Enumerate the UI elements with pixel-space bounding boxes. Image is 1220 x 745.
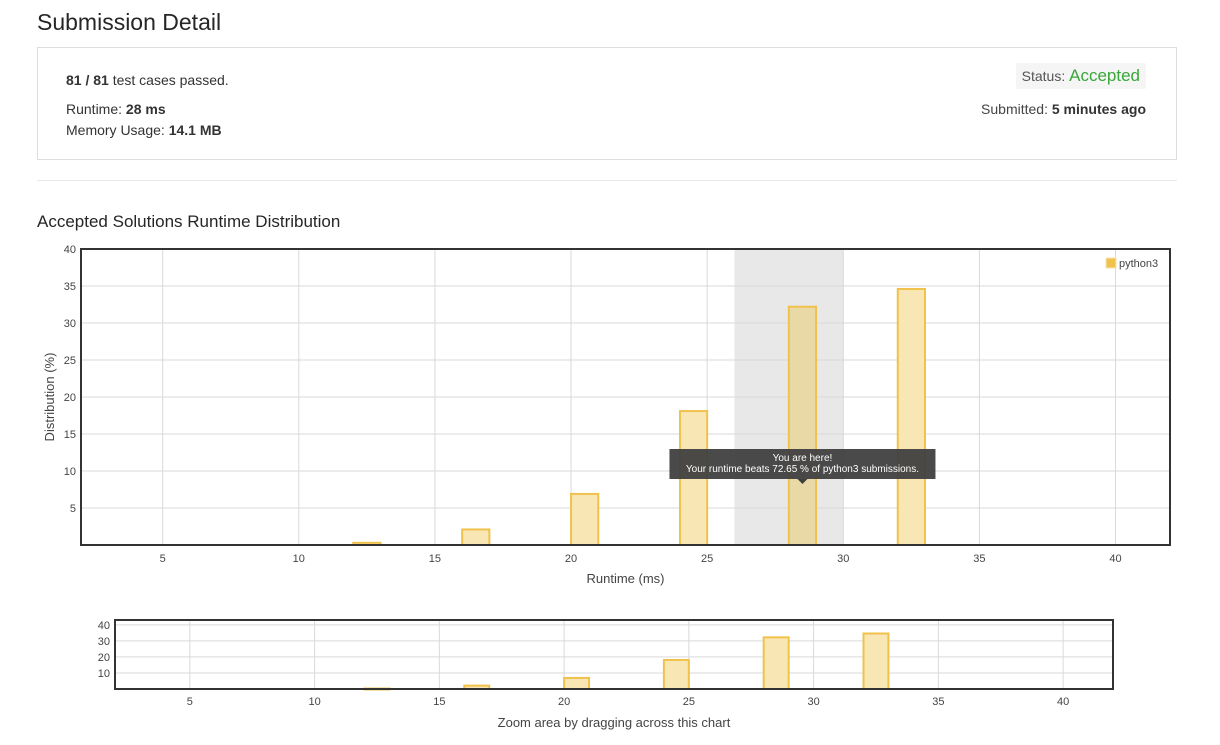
x-tick-label: 10 (308, 696, 320, 708)
x-tick-label: 20 (565, 553, 577, 565)
y-tick-label: 30 (98, 636, 110, 648)
x-axis-title: Runtime (ms) (586, 571, 664, 586)
x-tick-label: 35 (973, 553, 985, 565)
runtime-bar[interactable] (896, 287, 926, 546)
x-tick-label: 10 (293, 553, 305, 565)
x-tick-label: 15 (429, 553, 441, 565)
y-axis-title: Distribution (%) (42, 353, 57, 442)
runtime-distribution-charts: 5 10 15 20 25 30 35 40 5 10 15 20 25 30 35 40 Runtime (m… (42, 244, 1171, 730)
plot-frame (114, 619, 1114, 690)
y-tick-label: 20 (98, 652, 110, 664)
selected-runtime-bar[interactable] (787, 305, 818, 546)
runtime-tooltip: You are here!Your runtime beats 72.65 % … (669, 449, 936, 484)
runtime-bar[interactable] (662, 658, 690, 690)
runtime-bar[interactable] (461, 528, 491, 547)
x-tick-label: 40 (1057, 696, 1069, 708)
x-tick-label: 40 (1109, 553, 1121, 565)
y-tick-label: 30 (64, 318, 76, 330)
x-tick-label: 25 (683, 696, 695, 708)
x-tick-label: 15 (433, 696, 445, 708)
y-tick-label: 10 (98, 668, 110, 680)
y-tick-label: 35 (64, 281, 76, 293)
x-tick-label: 35 (932, 696, 944, 708)
y-tick-label: 25 (64, 355, 76, 367)
y-tick-label: 40 (64, 244, 76, 256)
y-tick-label: 20 (64, 392, 76, 404)
tooltip-title: You are here! (773, 453, 833, 464)
x-tick-label: 20 (558, 696, 570, 708)
x-tick-label: 25 (701, 553, 713, 565)
runtime-bar[interactable] (762, 636, 790, 691)
x-tick-label: 30 (807, 696, 819, 708)
main-distribution-chart[interactable]: 5 10 15 20 25 30 35 40 5 10 15 20 25 30 35 40 Runtime (m… (42, 244, 1171, 586)
chart-legend: python3 (1105, 257, 1158, 270)
runtime-bar[interactable] (862, 632, 890, 690)
x-tick-label: 5 (160, 553, 166, 565)
x-tick-label: 30 (837, 553, 849, 565)
runtime-bar[interactable] (570, 492, 600, 547)
y-tick-label: 5 (70, 503, 76, 515)
runtime-bar[interactable] (563, 676, 591, 691)
y-tick-label: 15 (64, 429, 76, 441)
y-tick-label: 40 (98, 620, 110, 632)
tooltip-text: Your runtime beats 72.65 % of python3 su… (686, 464, 919, 475)
x-tick-label: 5 (187, 696, 193, 708)
zoom-overview-chart[interactable]: 5 10 15 20 25 30 35 40 10 20 30 40 Zoom area by drag… (98, 619, 1114, 730)
x-axis-title: Zoom area by dragging across this chart (498, 715, 731, 730)
y-tick-label: 10 (64, 466, 76, 478)
legend-swatch (1105, 257, 1117, 269)
legend-label: python3 (1119, 258, 1158, 270)
